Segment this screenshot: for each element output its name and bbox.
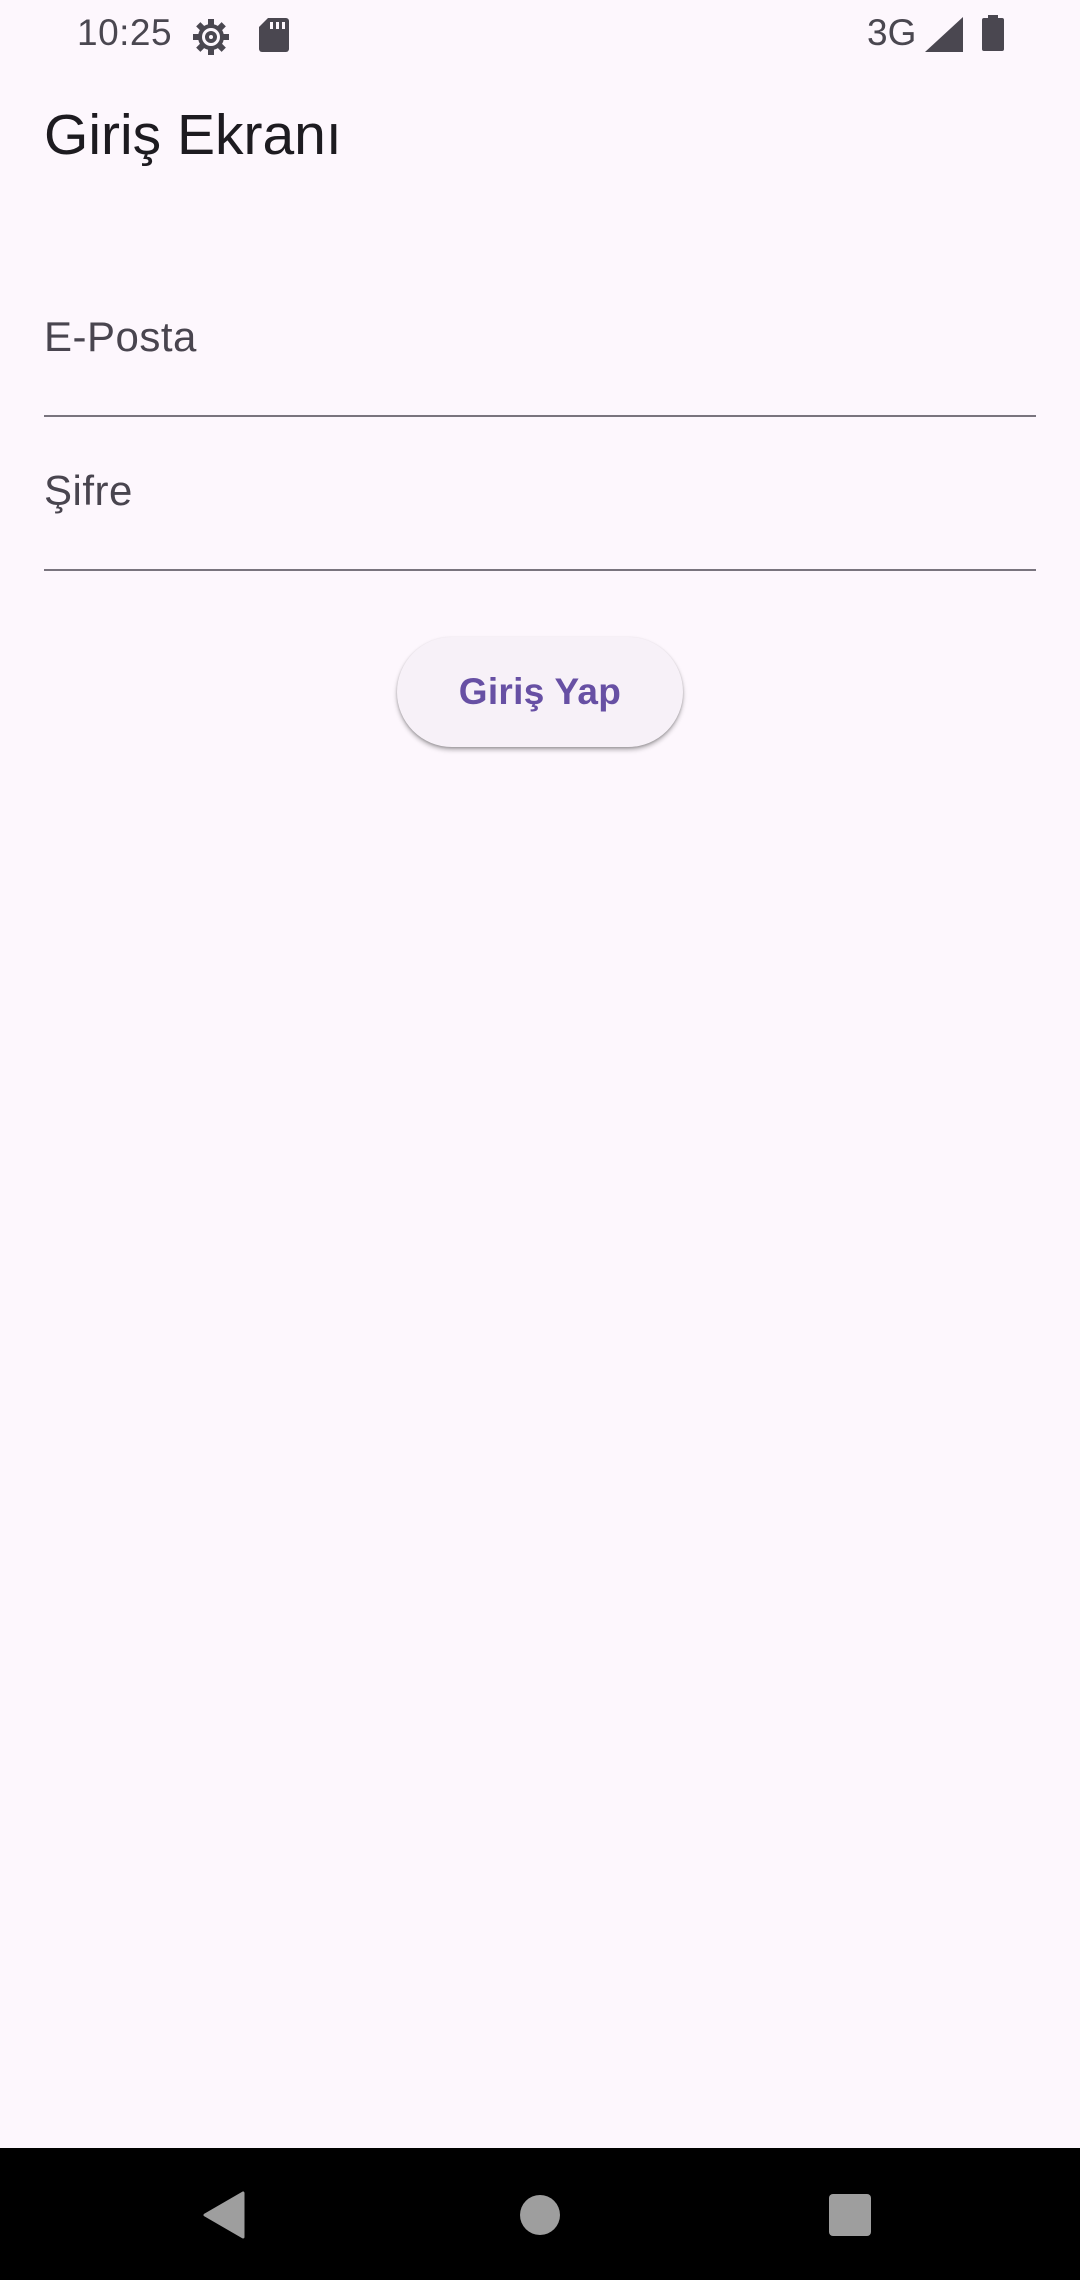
login-screen: 10:25 3G Giriş Ekranı E-Posta Şifre Giri… <box>0 0 1080 2280</box>
network-type: 3G <box>867 12 917 53</box>
navigation-bar <box>0 2148 1080 2280</box>
sd-card-icon <box>259 18 289 52</box>
signal-icon <box>925 17 963 52</box>
email-input[interactable] <box>44 297 1040 417</box>
status-bar: 10:25 3G <box>0 0 1080 70</box>
back-icon[interactable] <box>203 2191 247 2239</box>
status-time: 10:25 <box>77 12 173 53</box>
page-title: Giriş Ekranı <box>44 103 342 167</box>
home-icon[interactable] <box>520 2195 560 2235</box>
login-button[interactable]: Giriş Yap <box>397 637 683 747</box>
recents-icon[interactable] <box>829 2194 871 2236</box>
email-field[interactable]: E-Posta <box>44 297 1040 417</box>
password-input[interactable] <box>44 451 1040 571</box>
battery-icon <box>982 15 1004 51</box>
password-field[interactable]: Şifre <box>44 451 1040 571</box>
settings-gear-icon <box>191 17 231 57</box>
